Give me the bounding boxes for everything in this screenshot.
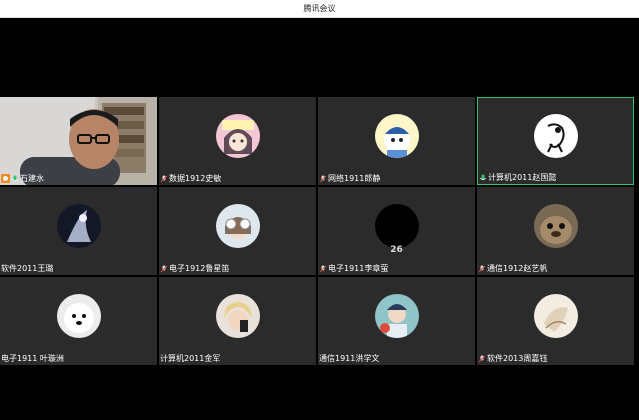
participant-tile[interactable]: 软件2011王璐 (0, 187, 157, 275)
participant-name-bar: 计算机2011赵国懿 (479, 172, 556, 183)
participant-name-bar: 石建水 (1, 173, 44, 184)
participant-avatar (374, 113, 419, 158)
mic-muted-icon (478, 265, 486, 272)
participant-name: 石建水 (20, 174, 44, 183)
mic-on-icon (480, 174, 486, 180)
mic-muted-icon (160, 265, 168, 272)
avatar-overlay-text: 26 (390, 245, 403, 255)
participant-avatar (374, 293, 419, 338)
participant-avatar (56, 203, 101, 248)
participant-tile-active-speaker[interactable]: 计算机2011赵国懿 (477, 97, 634, 185)
participant-name: 数据1912史敏 (169, 174, 222, 183)
video-grid: 石建水 数据1912史敏 网络1911郎静 计算机2011赵国懿 软件2011王… (0, 97, 639, 367)
participant-name-bar: 软件2013周嘉钰 (478, 353, 547, 364)
participant-name-bar: 网络1911郎静 (319, 173, 380, 184)
mic-muted-icon (319, 265, 327, 272)
participant-name-bar: 计算机2011金军 (160, 353, 220, 364)
participant-name: 电子1911李章萤 (328, 264, 389, 273)
participant-video (0, 97, 157, 185)
participant-name: 通信1911洪学文 (319, 354, 380, 363)
participant-avatar (215, 113, 260, 158)
participant-avatar (533, 293, 578, 338)
participant-name-bar: 数据1912史敏 (160, 173, 221, 184)
participant-name: 电子1911 叶璇洲 (1, 354, 64, 363)
participant-tile[interactable]: 数据1912史敏 (159, 97, 316, 185)
participant-name-bar: 通信1912赵艺帆 (478, 263, 547, 274)
participant-avatar (374, 203, 419, 248)
participant-tile[interactable]: 26 电子1911李章萤 (318, 187, 475, 275)
window-title: 腾讯会议 (303, 4, 336, 13)
mic-muted-icon (319, 175, 327, 182)
participant-avatar (215, 293, 260, 338)
participant-name-bar: 电子1912鲁星笛 (160, 263, 229, 274)
participant-tile[interactable]: 软件2013周嘉钰 (477, 277, 634, 365)
participant-name: 网络1911郎静 (328, 174, 381, 183)
participant-tile[interactable]: 计算机2011金军 (159, 277, 316, 365)
host-badge-icon (1, 174, 10, 183)
mic-muted-icon (478, 355, 486, 362)
participant-name-bar: 电子1911李章萤 (319, 263, 388, 274)
participant-tile[interactable]: 电子1912鲁星笛 (159, 187, 316, 275)
window-titlebar: 腾讯会议 (0, 0, 639, 18)
participant-avatar (56, 293, 101, 338)
participant-name: 软件2011王璐 (1, 264, 54, 273)
mic-muted-icon (160, 175, 168, 182)
participant-tile[interactable]: 通信1911洪学文 (318, 277, 475, 365)
participant-name-bar: 通信1911洪学文 (319, 353, 379, 364)
participant-name-bar: 软件2011王璐 (1, 263, 53, 274)
participant-tile[interactable]: 石建水 (0, 97, 157, 185)
participant-tile[interactable]: 网络1911郎静 (318, 97, 475, 185)
participant-tile[interactable]: 通信1912赵艺帆 (477, 187, 634, 275)
participant-name: 软件2013周嘉钰 (487, 354, 548, 363)
participant-name: 电子1912鲁星笛 (169, 264, 230, 273)
participant-avatar (533, 203, 578, 248)
mic-on-icon (12, 175, 18, 181)
participant-avatar (533, 113, 578, 158)
participant-name: 计算机2011金军 (160, 354, 221, 363)
participant-tile[interactable]: 电子1911 叶璇洲 (0, 277, 157, 365)
participant-avatar (215, 203, 260, 248)
participant-name-bar: 电子1911 叶璇洲 (1, 353, 64, 364)
participant-name: 通信1912赵艺帆 (487, 264, 548, 273)
participant-name: 计算机2011赵国懿 (488, 173, 557, 182)
